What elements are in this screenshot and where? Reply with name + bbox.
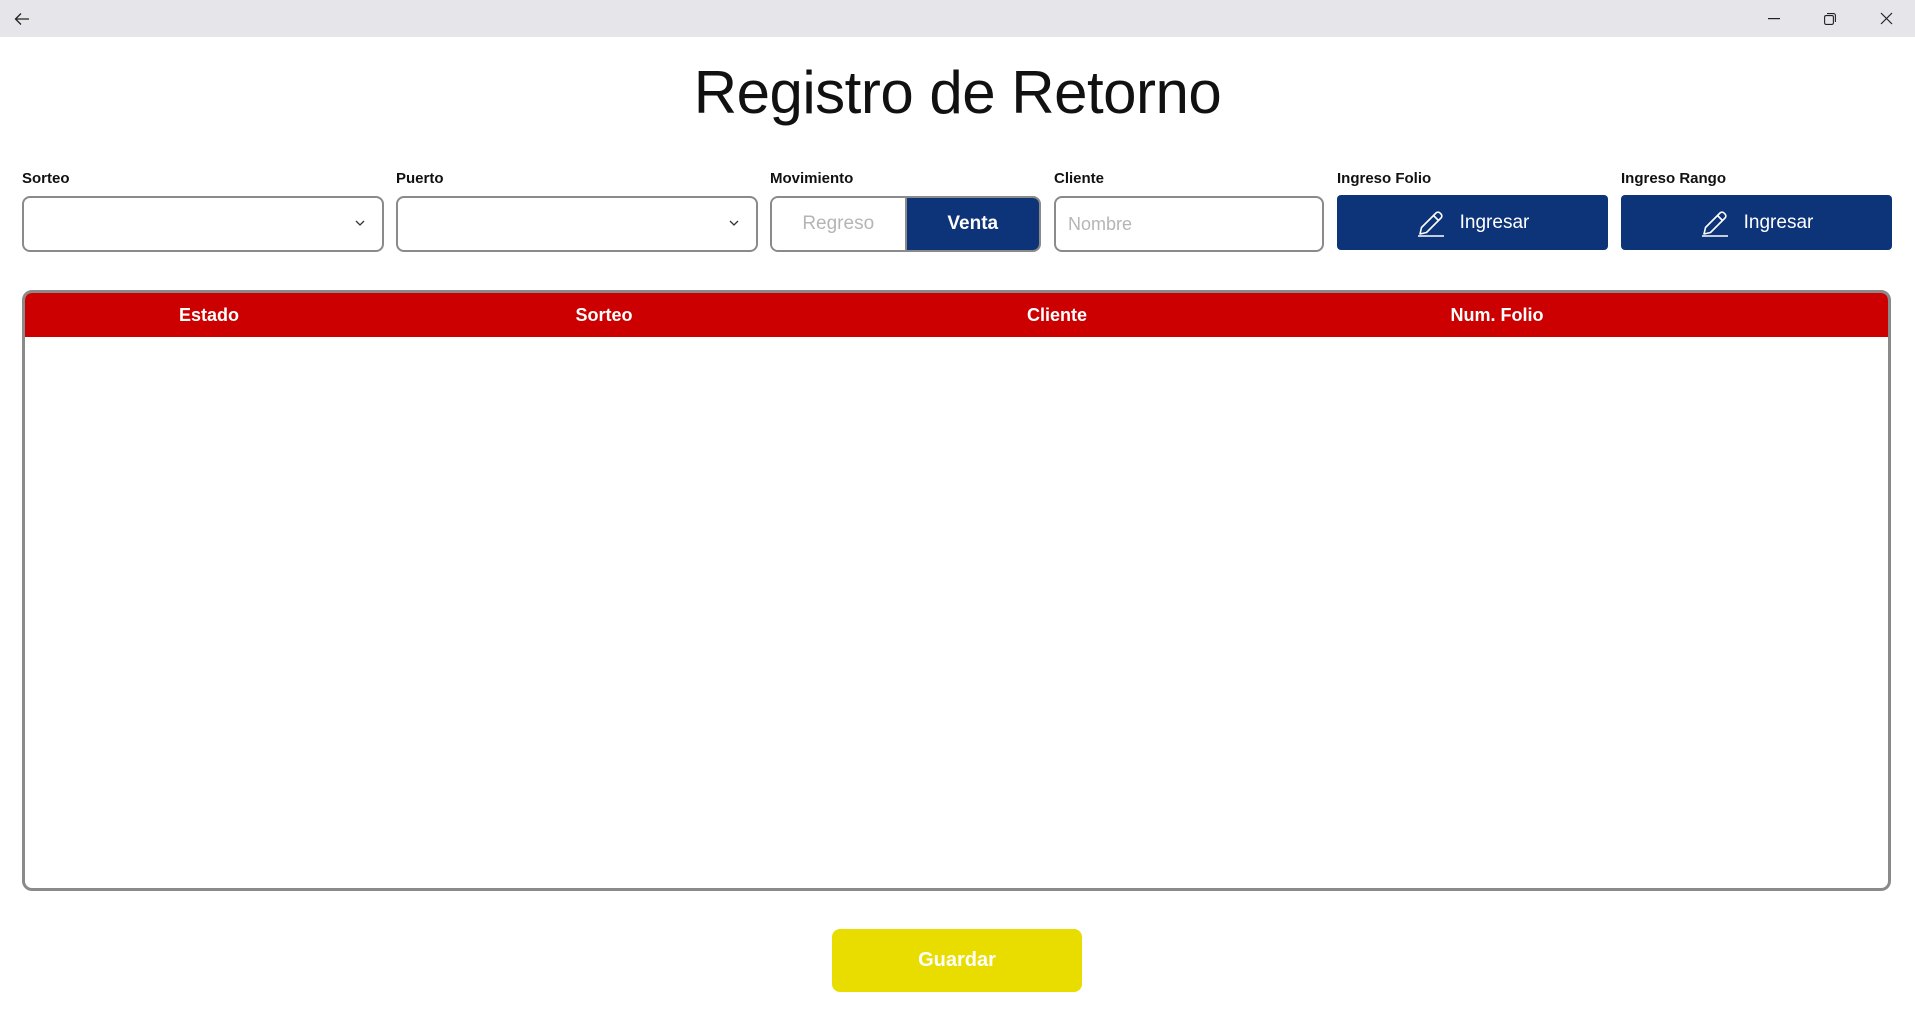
movimiento-toggle: Regreso Venta xyxy=(770,196,1041,252)
restore-button[interactable] xyxy=(1802,0,1858,37)
movimiento-label: Movimiento xyxy=(770,170,854,187)
close-icon xyxy=(1880,12,1892,25)
chevron-down-icon xyxy=(729,220,739,226)
cliente-input[interactable] xyxy=(1054,196,1324,252)
column-header-cliente[interactable]: Cliente xyxy=(1027,293,1087,337)
pencil-icon xyxy=(1701,210,1728,237)
ingreso-rango-label: Ingreso Rango xyxy=(1621,170,1727,187)
ingresar-folio-button[interactable]: Ingresar xyxy=(1337,195,1608,250)
minimize-button[interactable] xyxy=(1746,0,1802,37)
toggle-option-regreso[interactable]: Regreso xyxy=(772,198,907,250)
minimize-icon xyxy=(1768,17,1780,19)
results-table: Estado Sorteo Cliente Num. Folio xyxy=(22,290,1891,891)
sorteo-label: Sorteo xyxy=(22,170,70,187)
ingresar-rango-label: Ingresar xyxy=(1743,211,1814,233)
ingresar-rango-button[interactable]: Ingresar xyxy=(1621,195,1892,250)
close-button[interactable] xyxy=(1858,0,1914,37)
puerto-label: Puerto xyxy=(396,170,444,187)
pencil-icon xyxy=(1417,210,1444,237)
back-button[interactable] xyxy=(0,0,44,37)
puerto-select[interactable] xyxy=(396,196,758,252)
column-header-estado[interactable]: Estado xyxy=(179,293,239,337)
save-button[interactable]: Guardar xyxy=(832,929,1082,992)
window-titlebar xyxy=(0,0,1915,37)
ingresar-folio-label: Ingresar xyxy=(1459,211,1530,233)
ingreso-folio-label: Ingreso Folio xyxy=(1337,170,1432,187)
chevron-down-icon xyxy=(355,220,365,226)
page-title: Registro de Retorno xyxy=(693,59,1222,126)
arrow-left-icon xyxy=(14,12,29,25)
column-header-num-folio[interactable]: Num. Folio xyxy=(1451,293,1544,337)
sorteo-select[interactable] xyxy=(22,196,384,252)
table-header: Estado Sorteo Cliente Num. Folio xyxy=(25,293,1888,337)
cliente-label: Cliente xyxy=(1054,170,1105,187)
column-header-sorteo[interactable]: Sorteo xyxy=(575,293,632,337)
restore-icon xyxy=(1824,12,1836,25)
toggle-option-venta[interactable]: Venta xyxy=(906,198,1039,250)
